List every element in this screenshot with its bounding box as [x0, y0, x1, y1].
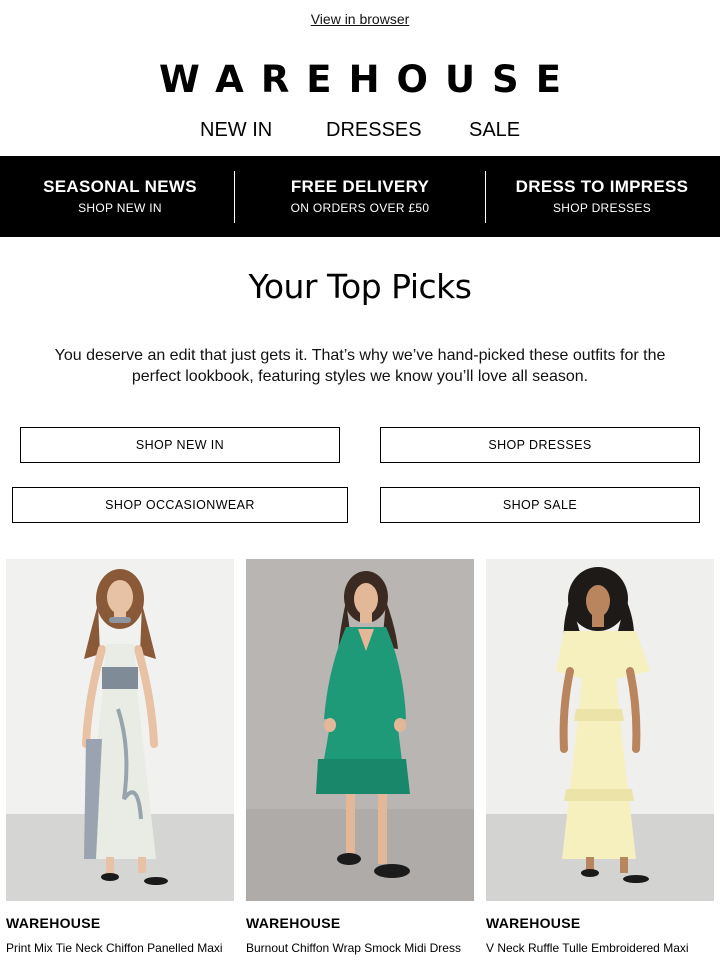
shop-occasionwear-button[interactable]: SHOP OCCASIONWEAR	[12, 487, 348, 523]
shop-dresses-button[interactable]: SHOP DRESSES	[380, 427, 700, 463]
intro-text: You deserve an edit that just gets it. T…	[54, 347, 666, 385]
promo-title: SEASONAL NEWS	[43, 177, 197, 196]
promo-banner: SEASONAL NEWS SHOP NEW IN FREE DELIVERY …	[0, 156, 720, 237]
view-in-browser-link[interactable]: View in browser	[0, 11, 720, 27]
brand-logo[interactable]: WAREHOUSE	[0, 58, 720, 101]
product-brand: WAREHOUSE	[6, 915, 101, 931]
product-image[interactable]	[486, 559, 714, 901]
nav-sale[interactable]: SALE	[469, 119, 520, 142]
promo-title: FREE DELIVERY	[290, 177, 430, 196]
main-nav: NEW IN DRESSES SALE	[0, 119, 720, 147]
section-heading: Your Top Picks	[248, 267, 472, 306]
product-brand: WAREHOUSE	[246, 915, 341, 931]
promo-seasonal-news[interactable]: SEASONAL NEWS SHOP NEW IN	[0, 156, 240, 237]
promo-subtitle: ON ORDERS OVER £50	[290, 201, 430, 215]
product-name[interactable]: V Neck Ruffle Tulle Embroidered Maxi	[486, 941, 720, 955]
nav-dresses[interactable]: DRESSES	[326, 119, 422, 142]
product-brand: WAREHOUSE	[486, 915, 581, 931]
shop-new-in-button[interactable]: SHOP NEW IN	[20, 427, 340, 463]
product-image[interactable]	[246, 559, 474, 901]
product-name[interactable]: Burnout Chiffon Wrap Smock Midi Dress	[246, 941, 486, 955]
product-card[interactable]: WAREHOUSE Print Mix Tie Neck Chiffon Pan…	[6, 559, 234, 955]
product-card[interactable]: WAREHOUSE V Neck Ruffle Tulle Embroidere…	[486, 559, 714, 955]
promo-divider	[234, 171, 235, 223]
promo-free-delivery[interactable]: FREE DELIVERY ON ORDERS OVER £50	[240, 156, 480, 237]
promo-title: DRESS TO IMPRESS	[515, 177, 689, 196]
product-image[interactable]	[6, 559, 234, 901]
product-card[interactable]: WAREHOUSE Burnout Chiffon Wrap Smock Mid…	[246, 559, 474, 955]
promo-subtitle: SHOP DRESSES	[552, 201, 652, 215]
product-name[interactable]: Print Mix Tie Neck Chiffon Panelled Maxi	[6, 941, 246, 955]
promo-subtitle: SHOP NEW IN	[78, 201, 162, 215]
nav-new-in[interactable]: NEW IN	[200, 119, 272, 142]
promo-dress-to-impress[interactable]: DRESS TO IMPRESS SHOP DRESSES	[482, 156, 720, 237]
shop-sale-button[interactable]: SHOP SALE	[380, 487, 700, 523]
